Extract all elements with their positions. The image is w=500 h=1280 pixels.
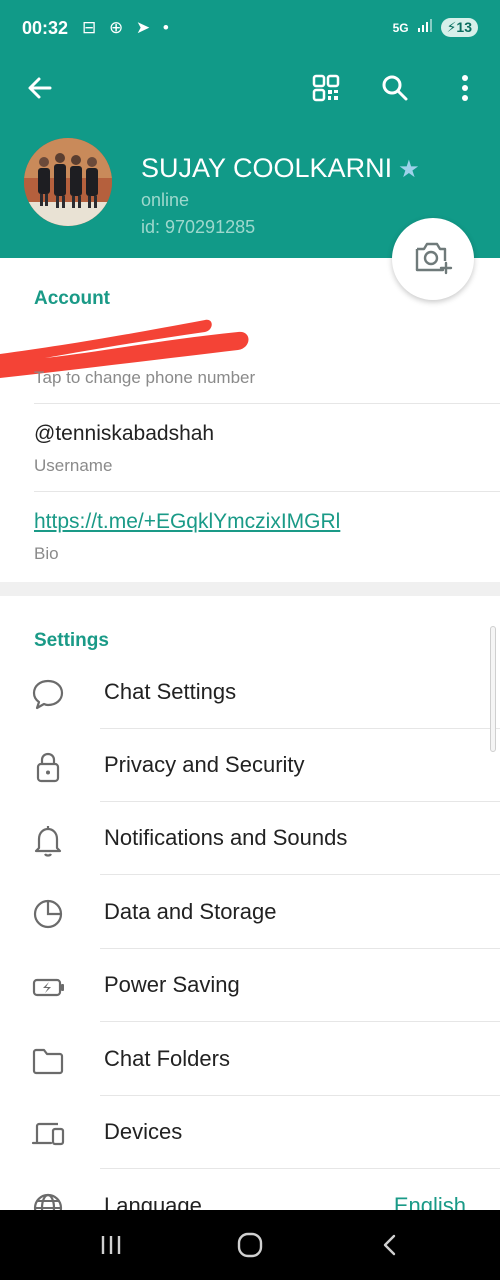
username-value[interactable]: @tenniskabadshah bbox=[34, 422, 214, 446]
settings-item-label: Notifications and Sounds bbox=[104, 825, 348, 850]
settings-item-devices[interactable]: Devices bbox=[0, 1096, 500, 1169]
battery-indicator: ⚡13 bbox=[440, 18, 478, 37]
divider bbox=[34, 403, 500, 404]
battery-saver-icon bbox=[30, 969, 66, 1005]
online-status: online bbox=[141, 190, 190, 210]
search-icon[interactable] bbox=[377, 70, 413, 106]
status-indicators: 5G ⚡13 bbox=[393, 18, 478, 37]
home-icon[interactable] bbox=[230, 1225, 270, 1265]
settings-item-label: Chat Settings bbox=[104, 679, 237, 704]
profile-name-row: SUJAY COOLKARNI ★ bbox=[141, 153, 420, 184]
notification-icons: ⊟ ⊕ ➤ • bbox=[82, 18, 173, 37]
signal-icon bbox=[417, 19, 433, 36]
network-indicator: 5G bbox=[392, 20, 409, 35]
add-photo-button[interactable] bbox=[392, 218, 474, 300]
lock-icon bbox=[30, 749, 66, 785]
settings-item-label: Power Saving bbox=[104, 972, 240, 997]
settings-item-chat-settings[interactable]: Chat Settings bbox=[0, 656, 500, 729]
bio-link[interactable]: https://t.me/+EGqklYmczixIMGRl bbox=[34, 510, 340, 534]
status-time: 00:32 bbox=[22, 18, 69, 38]
divider bbox=[34, 491, 500, 492]
add-photo-icon bbox=[413, 239, 453, 280]
back-nav-icon[interactable] bbox=[370, 1225, 410, 1265]
settings-item-data-storage[interactable]: Data and Storage bbox=[0, 876, 500, 949]
scrollbar[interactable] bbox=[490, 626, 496, 752]
user-id: id: 970291285 bbox=[141, 217, 256, 237]
battery-level: 13 bbox=[456, 19, 472, 35]
avatar[interactable] bbox=[24, 138, 112, 226]
divider bbox=[100, 1168, 500, 1169]
settings-item-label: Privacy and Security bbox=[104, 752, 305, 777]
phone-hint[interactable]: Tap to change phone number bbox=[34, 368, 255, 388]
system-navigation-bar bbox=[0, 1210, 500, 1280]
divider bbox=[100, 1021, 500, 1022]
back-arrow-icon[interactable] bbox=[22, 70, 58, 106]
bell-icon bbox=[30, 822, 66, 858]
settings-item-privacy[interactable]: Privacy and Security bbox=[0, 729, 500, 802]
bio-label: Bio bbox=[34, 544, 59, 563]
settings-section-title: Settings bbox=[34, 630, 109, 651]
settings-item-notifications[interactable]: Notifications and Sounds bbox=[0, 802, 500, 875]
more-vertical-icon[interactable] bbox=[447, 70, 483, 106]
settings-item-power-saving[interactable]: Power Saving bbox=[0, 949, 500, 1022]
profile-name: SUJAY COOLKARNI bbox=[141, 153, 393, 183]
divider bbox=[100, 874, 500, 875]
star-icon: ★ bbox=[398, 156, 420, 183]
username-label: Username bbox=[34, 456, 113, 475]
settings-item-label: Chat Folders bbox=[104, 1046, 230, 1071]
status-bar: 00:32 ⊟ ⊕ ➤ • 5G ⚡13 bbox=[0, 0, 500, 60]
pie-chart-icon bbox=[30, 896, 66, 932]
devices-icon bbox=[30, 1116, 66, 1152]
chat-bubble-icon bbox=[30, 676, 66, 712]
settings-item-label: Data and Storage bbox=[104, 899, 277, 924]
settings-item-chat-folders[interactable]: Chat Folders bbox=[0, 1023, 500, 1096]
qr-code-icon[interactable] bbox=[308, 70, 344, 106]
recent-apps-icon[interactable] bbox=[91, 1225, 131, 1265]
settings-item-label: Devices bbox=[104, 1119, 183, 1144]
section-separator bbox=[0, 582, 500, 596]
folder-icon bbox=[30, 1043, 66, 1079]
